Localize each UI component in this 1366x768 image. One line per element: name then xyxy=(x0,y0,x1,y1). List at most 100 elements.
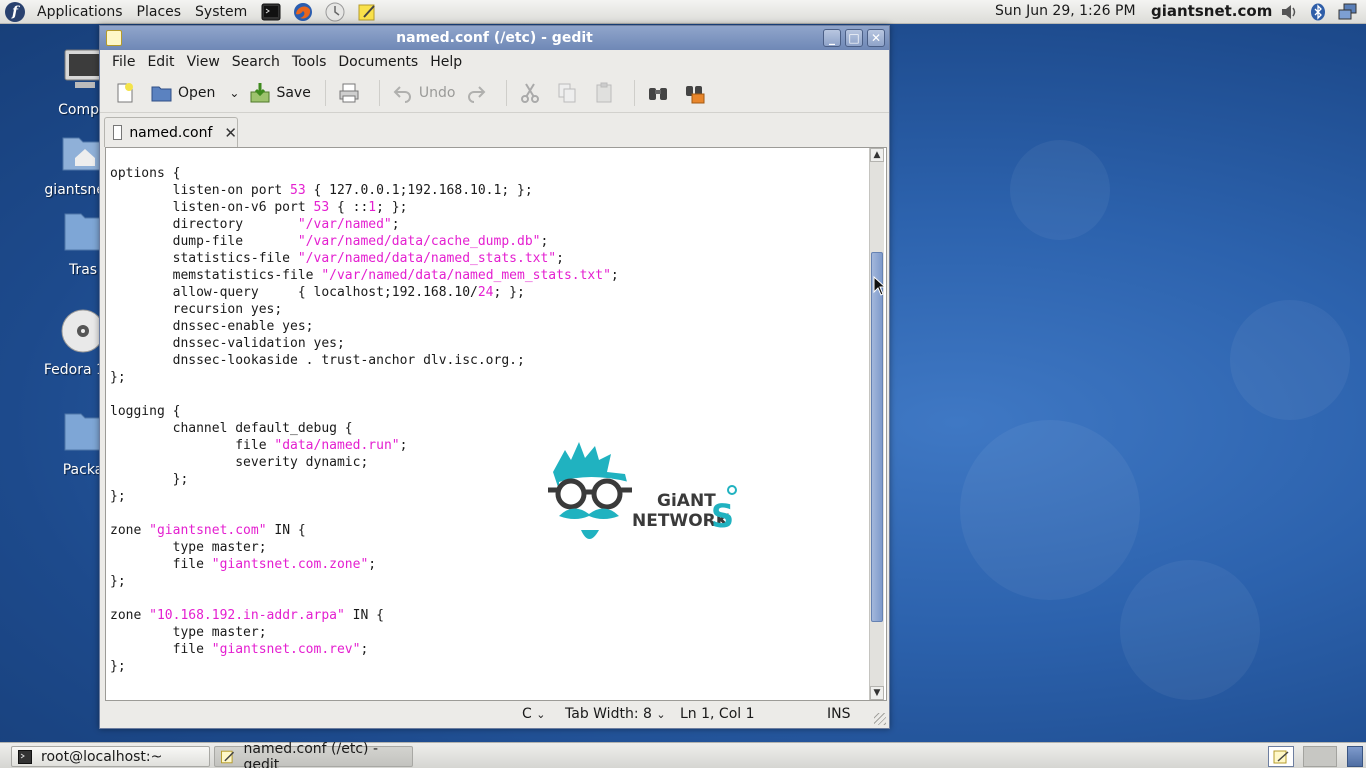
tab-close-icon[interactable]: ✕ xyxy=(224,124,237,142)
window-titlebar[interactable]: named.conf (/etc) - gedit _ □ ✕ xyxy=(100,26,889,50)
bottom-panel: root@localhost:~ named.conf (/etc) - ged… xyxy=(0,741,1366,768)
email-launcher-icon[interactable] xyxy=(324,2,346,22)
volume-icon[interactable] xyxy=(1280,3,1298,21)
taskbar-label: root@localhost:~ xyxy=(41,748,163,765)
giants-network-logo: GiANT NETWORK S xyxy=(548,442,737,539)
menu-help[interactable]: Help xyxy=(424,54,468,70)
undo-button[interactable]: Undo xyxy=(388,77,460,109)
document-tabbar: named.conf ✕ xyxy=(100,113,889,147)
taskbar-item-gedit[interactable]: named.conf (/etc) - gedit xyxy=(214,741,413,768)
show-desktop-button[interactable] xyxy=(1347,746,1363,767)
code-line: }; xyxy=(110,472,189,487)
window-title: named.conf (/etc) - gedit xyxy=(396,30,593,46)
binoculars-icon xyxy=(649,87,668,100)
workspace-2[interactable] xyxy=(1303,746,1337,767)
code-line: zone "10.168.192.in-addr.arpa" IN { xyxy=(110,608,384,623)
code-line: type master; xyxy=(110,625,267,640)
top-panel: f Applications Places System Sun Jun 29,… xyxy=(0,0,1366,24)
code-editor[interactable]: options { listen-on port 53 { 127.0.0.1;… xyxy=(110,165,619,675)
mouse-pointer-icon xyxy=(873,276,885,296)
tab-label: named.conf xyxy=(129,124,213,141)
firefox-launcher-icon[interactable] xyxy=(292,2,314,22)
chevron-down-icon[interactable]: ⌄ xyxy=(229,86,239,100)
taskbar-label: named.conf (/etc) - gedit xyxy=(243,740,379,768)
cut-button[interactable] xyxy=(515,77,550,109)
editor-frame: options { listen-on port 53 { 127.0.0.1;… xyxy=(105,147,887,701)
undo-icon xyxy=(393,85,411,103)
code-line: }; xyxy=(110,574,126,589)
wallpaper-bokeh xyxy=(1120,560,1260,700)
code-line: type master; xyxy=(110,540,267,555)
scroll-down-arrow-icon[interactable]: ▼ xyxy=(870,686,884,700)
tab-width-selector[interactable]: Tab Width: 8 ⌄ xyxy=(565,706,666,722)
code-line: directory "/var/named"; xyxy=(110,217,400,232)
toolbar-separator xyxy=(378,79,380,106)
scroll-up-arrow-icon[interactable]: ▲ xyxy=(870,148,884,162)
applications-menu[interactable]: Applications xyxy=(31,4,131,20)
fedora-logo-icon[interactable]: f xyxy=(5,1,25,22)
resize-grip[interactable] xyxy=(874,713,886,725)
menu-edit[interactable]: Edit xyxy=(141,54,180,70)
menubar: File Edit View Search Tools Documents He… xyxy=(100,50,889,73)
taskbar-item-terminal[interactable]: root@localhost:~ xyxy=(11,746,210,767)
places-menu[interactable]: Places xyxy=(131,4,190,20)
scrollbar-thumb[interactable] xyxy=(871,252,883,622)
clock[interactable]: Sun Jun 29, 1:26 PM xyxy=(995,3,1136,19)
code-line: severity dynamic; xyxy=(110,455,369,470)
copy-button[interactable] xyxy=(552,77,587,109)
menu-tools[interactable]: Tools xyxy=(286,54,333,70)
vertical-scrollbar[interactable]: ▲ ▼ xyxy=(869,148,884,700)
network-icon[interactable] xyxy=(1338,3,1360,21)
tab-named-conf[interactable]: named.conf ✕ xyxy=(104,117,238,147)
find-replace-icon xyxy=(686,85,705,103)
toolbar: Open ⌄ Save Undo xyxy=(100,73,889,113)
cut-icon xyxy=(521,82,540,103)
menu-view[interactable]: View xyxy=(181,54,226,70)
new-document-button[interactable] xyxy=(110,77,145,109)
workspace-1[interactable] xyxy=(1268,746,1294,767)
redo-button[interactable] xyxy=(461,77,496,109)
gedit-window: named.conf (/etc) - gedit _ □ ✕ File Edi… xyxy=(99,25,890,729)
insert-mode: INS xyxy=(827,706,851,722)
terminal-icon xyxy=(18,749,32,764)
svg-text:S: S xyxy=(711,497,734,535)
print-button[interactable] xyxy=(334,77,369,109)
save-label: Save xyxy=(276,84,311,101)
close-button[interactable]: ✕ xyxy=(867,29,885,47)
wallpaper-bokeh xyxy=(1230,300,1350,420)
code-line: }; xyxy=(110,659,126,674)
menu-file[interactable]: File xyxy=(106,54,141,70)
menu-search[interactable]: Search xyxy=(226,54,286,70)
statusbar: C ⌄ Tab Width: 8 ⌄ Ln 1, Col 1 INS xyxy=(100,700,889,728)
redo-icon xyxy=(468,85,486,103)
language-selector[interactable]: C ⌄ xyxy=(522,706,545,722)
code-line: dnssec-lookaside . trust-anchor dlv.isc.… xyxy=(110,353,525,368)
tab-width-label: Tab Width: 8 xyxy=(565,706,652,722)
code-line: statistics-file "/var/named/data/named_s… xyxy=(110,251,564,266)
paste-button[interactable] xyxy=(589,77,624,109)
notes-launcher-icon[interactable] xyxy=(356,2,378,22)
find-replace-button[interactable] xyxy=(680,77,715,109)
copy-icon xyxy=(558,83,576,102)
system-menu[interactable]: System xyxy=(189,4,255,20)
code-line: file "giantsnet.com.zone"; xyxy=(110,557,377,572)
chevron-down-icon: ⌄ xyxy=(536,708,546,721)
open-button[interactable]: Open ⌄ xyxy=(147,77,243,109)
bluetooth-icon[interactable] xyxy=(1309,3,1327,21)
terminal-launcher-icon[interactable] xyxy=(260,2,282,22)
menu-documents[interactable]: Documents xyxy=(332,54,424,70)
toolbar-separator xyxy=(634,79,636,106)
save-button[interactable]: Save xyxy=(245,77,314,109)
wallpaper-bokeh xyxy=(960,420,1140,600)
code-line: recursion yes; xyxy=(110,302,283,317)
minimize-button[interactable]: _ xyxy=(823,29,841,47)
maximize-button[interactable]: □ xyxy=(845,29,863,47)
paste-icon xyxy=(596,82,612,102)
find-button[interactable] xyxy=(643,77,678,109)
language-label: C xyxy=(522,706,532,722)
code-line: dnssec-validation yes; xyxy=(110,336,345,351)
text-file-icon xyxy=(113,125,123,140)
new-document-icon xyxy=(117,82,133,102)
